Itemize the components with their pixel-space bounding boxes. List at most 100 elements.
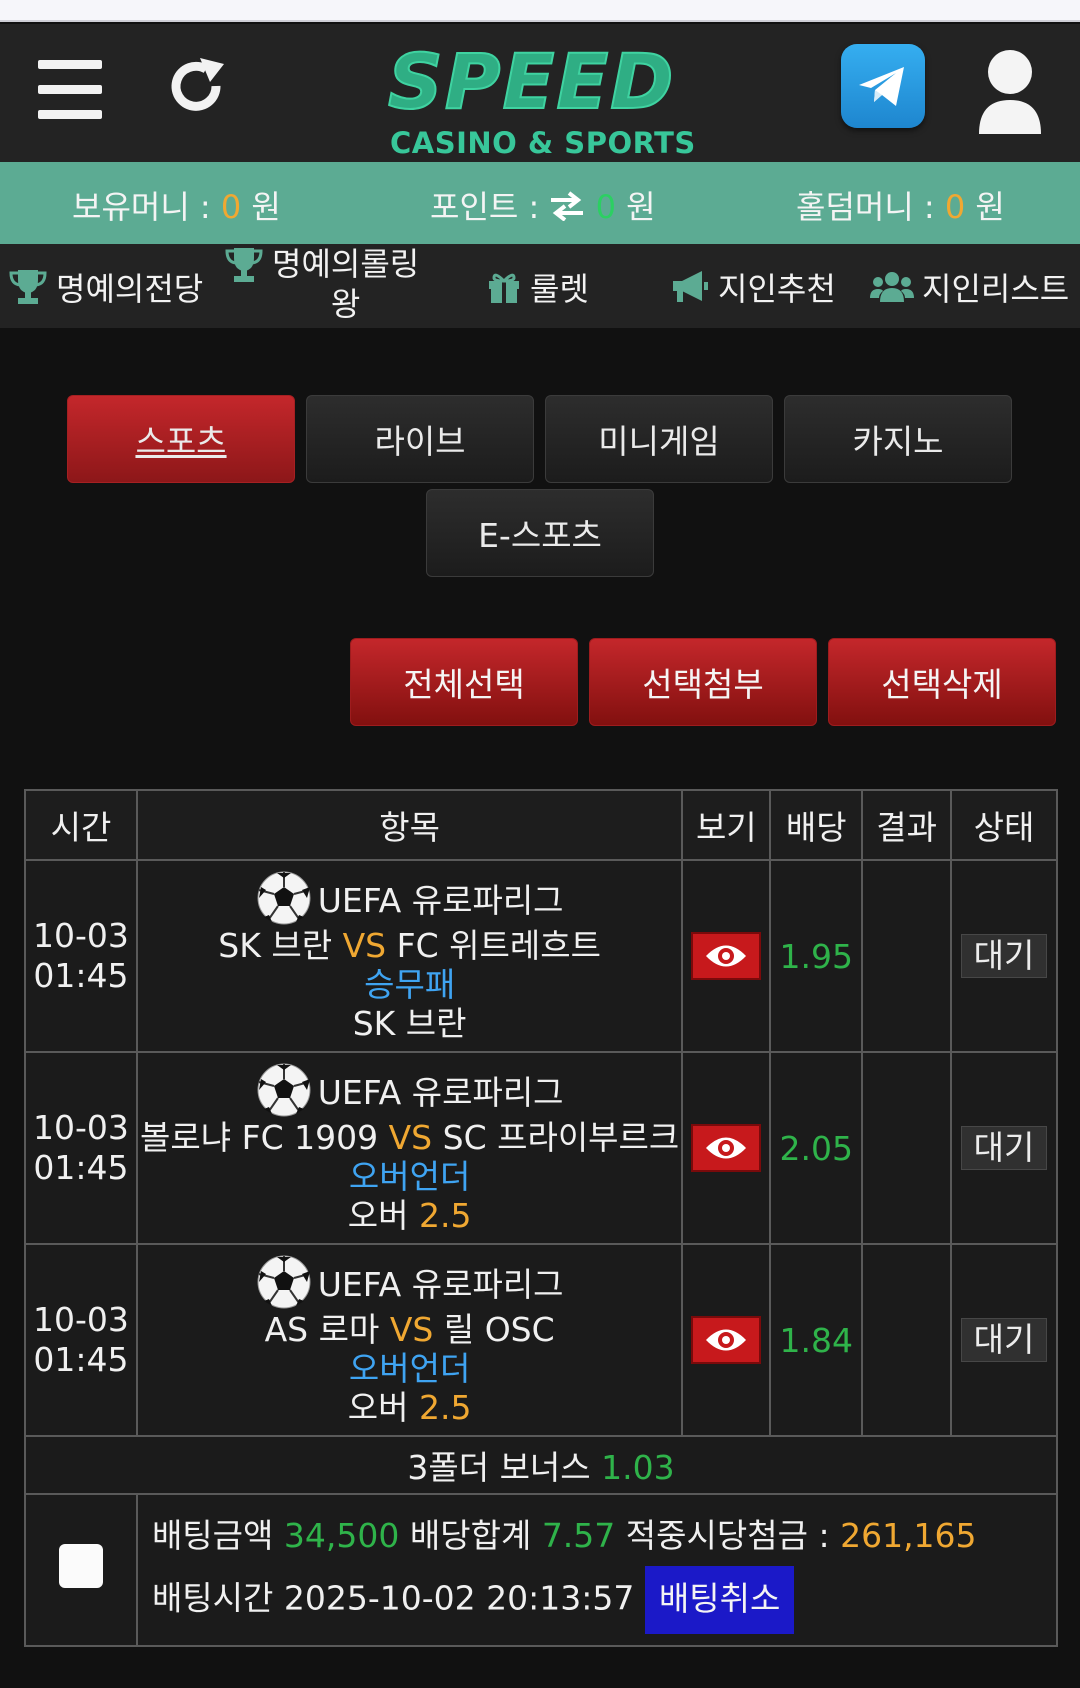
holdem-money-value: 0: [944, 188, 966, 226]
tab-minigame[interactable]: 미니게임: [545, 395, 773, 483]
tab-live[interactable]: 라이브: [306, 395, 534, 483]
holding-money-label: 보유머니 :: [72, 188, 211, 226]
view-button[interactable]: [691, 1316, 762, 1364]
soccer-ball-icon: [257, 871, 311, 924]
soccer-ball-icon: [257, 1255, 311, 1308]
holdem-money: 홀덤머니 : 0 원: [796, 182, 1005, 228]
nav-referral-label: 지인추천: [718, 270, 836, 308]
status-badge: 대기: [961, 1126, 1047, 1170]
nav-roulette[interactable]: 룰렛: [486, 264, 589, 310]
point-money: 포인트 : 0 원: [430, 182, 656, 228]
header-time: 시간: [24, 789, 138, 861]
holding-money: 보유머니 : 0 원: [72, 182, 281, 228]
nav-referral-list-label: 지인리스트: [922, 270, 1070, 308]
money-bar: 보유머니 : 0 원 포인트 : 0 원 홀덤머니 : 0 원: [0, 162, 1080, 244]
bet-history-table: 시간 항목 보기 배당 결과 상태 10-03 01:45 UEFA 유로파리그…: [24, 789, 1059, 1647]
status-badge: 대기: [961, 934, 1047, 978]
row-odds: 1.95: [769, 859, 864, 1053]
odds-total-value: 7.57: [541, 1516, 616, 1555]
logo-main-text: SPEED: [387, 37, 676, 126]
row-result: [861, 1243, 953, 1437]
row-vs: VS: [342, 925, 387, 965]
row-odds: 1.84: [769, 1243, 864, 1437]
bet-amount-value: 34,500: [283, 1516, 400, 1555]
odds-total-label: 배당합계: [409, 1516, 532, 1555]
folder-bonus: 3폴더 보너스 1.03: [24, 1435, 1058, 1495]
select-all-button[interactable]: 전체선택: [350, 638, 578, 726]
row-item: UEFA 유로파리그 AS 로마 VS 릴 OSC 오버언더 오버 2.5: [135, 1243, 684, 1437]
telegram-button[interactable]: [841, 44, 925, 128]
holding-money-value: 0: [220, 188, 242, 226]
row-odds: 2.05: [769, 1051, 864, 1245]
gift-icon: [489, 273, 519, 303]
summary-select: [24, 1493, 138, 1647]
nav-hall-of-fame[interactable]: 명예의전당: [8, 264, 203, 310]
users-icon: [870, 272, 914, 302]
point-unit: 원: [626, 188, 656, 226]
row-time: 10-03 01:45: [24, 859, 138, 1053]
view-button[interactable]: [691, 932, 762, 980]
bonus-label: 3폴더 보너스: [407, 1448, 591, 1487]
row-date-text: 10-03: [33, 916, 129, 955]
view-button[interactable]: [691, 1124, 762, 1172]
payout-label: 적중시당첨금 :: [625, 1516, 830, 1555]
row-vs: VS: [389, 1309, 434, 1349]
header-result: 결과: [861, 789, 953, 861]
point-value: 0: [595, 188, 616, 226]
row-home-team: SK 브란: [218, 925, 333, 965]
header-view: 보기: [681, 789, 772, 861]
refresh-icon[interactable]: [166, 56, 230, 120]
holdem-money-label: 홀덤머니 :: [796, 188, 935, 226]
point-label: 포인트 :: [430, 188, 540, 226]
row-date-text: 10-03: [33, 1300, 129, 1339]
attach-selected-button[interactable]: 선택첨부: [589, 638, 817, 726]
row-time-text: 01:45: [33, 956, 129, 995]
bet-amount-label: 배팅금액: [151, 1516, 274, 1555]
nav-hall-of-fame-label: 명예의전당: [56, 270, 204, 308]
row-status: 대기: [950, 859, 1058, 1053]
row-home-team: 볼로냐 FC 1909: [140, 1117, 379, 1157]
payout-value: 261,165: [840, 1516, 977, 1555]
row-time: 10-03 01:45: [24, 1051, 138, 1245]
row-away-team: SC 프라이부르크: [442, 1117, 680, 1157]
nav-referral-list[interactable]: 지인리스트: [870, 264, 1069, 310]
bonus-value: 1.03: [601, 1448, 675, 1487]
table-header-row: 시간 항목 보기 배당 결과 상태: [24, 789, 1058, 861]
row-home-team: AS 로마: [264, 1309, 380, 1349]
table-row: 10-03 01:45 UEFA 유로파리그 볼로냐 FC 1909 VS SC…: [24, 1051, 1058, 1245]
row-item: UEFA 유로파리그 SK 브란 VS FC 위트레흐트 승무패 SK 브란: [135, 859, 684, 1053]
delete-selected-button[interactable]: 선택삭제: [828, 638, 1056, 726]
user-icon[interactable]: [975, 44, 1045, 140]
row-pick-line: 2.5: [419, 1195, 472, 1235]
eye-icon: [706, 945, 747, 967]
row-result: [861, 1051, 953, 1245]
menu-icon[interactable]: [38, 60, 102, 120]
nav-row: 명예의전당 명예의롤링 왕 룰렛 지인추천 지인리스트: [0, 244, 1080, 328]
row-pick: 오버: [347, 1195, 409, 1235]
header-item: 항목: [135, 789, 684, 861]
select-checkbox[interactable]: [58, 1544, 103, 1588]
tab-casino[interactable]: 카지노: [784, 395, 1012, 483]
row-time: 10-03 01:45: [24, 1243, 138, 1437]
header: SPEED CASINO & SPORTS: [0, 24, 1080, 162]
logo[interactable]: SPEED CASINO & SPORTS: [387, 37, 695, 159]
header-odds: 배당: [769, 789, 864, 861]
summary-row: 배팅금액 34,500 배당합계 7.57 적중시당첨금 : 261,165 배…: [24, 1493, 1059, 1647]
cancel-bet-button[interactable]: 배팅취소: [644, 1566, 795, 1634]
summary-info: 배팅금액 34,500 배당합계 7.57 적중시당첨금 : 261,165 배…: [135, 1493, 1059, 1647]
megaphone-icon: [673, 271, 708, 302]
row-away-team: 릴 OSC: [443, 1309, 555, 1349]
exchange-icon[interactable]: [549, 191, 585, 222]
row-result: [861, 859, 953, 1053]
header-status: 상태: [950, 789, 1058, 861]
tab-sports[interactable]: 스포츠: [67, 395, 295, 483]
nav-roulette-label: 룰렛: [530, 270, 589, 308]
tab-esports[interactable]: E-스포츠: [426, 489, 654, 577]
nav-referral[interactable]: 지인추천: [670, 264, 836, 310]
nav-rolling-king[interactable]: 명예의롤링 왕: [224, 244, 419, 324]
row-league: UEFA 유로파리그: [317, 880, 564, 920]
row-item: UEFA 유로파리그 볼로냐 FC 1909 VS SC 프라이부르크 오버언더…: [135, 1051, 684, 1245]
row-market: 승무패: [364, 964, 456, 1004]
eye-icon: [706, 1137, 747, 1159]
row-market: 오버언더: [348, 1156, 471, 1196]
